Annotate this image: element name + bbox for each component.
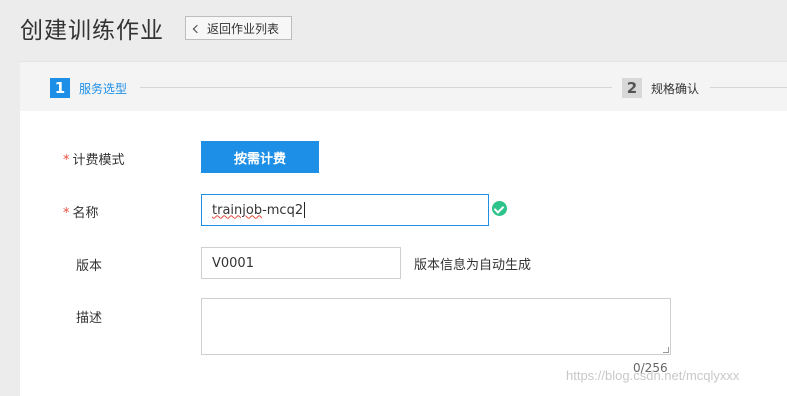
check-circle-icon [492, 201, 507, 216]
required-mark: * [63, 153, 70, 168]
name-value-rest: -mcq2 [262, 202, 304, 218]
chevron-left-icon [192, 24, 202, 33]
description-label: 描述 [76, 311, 103, 326]
step-number: 1 [50, 78, 70, 98]
step-divider [140, 87, 612, 88]
name-input[interactable]: trainjob -mcq2 [201, 194, 489, 226]
version-hint: 版本信息为自动生成 [414, 258, 532, 273]
page-title: 创建训练作业 [20, 18, 164, 44]
version-label: 版本 [76, 259, 103, 274]
step-label: 规格确认 [651, 81, 700, 96]
name-label-text: 名称 [72, 206, 99, 221]
job-form: * 计费模式 按需计费 * 名称 trainjob -mcq2 版本 V0001 版本… [20, 111, 787, 396]
resize-grip-icon[interactable] [663, 347, 669, 353]
required-mark: * [63, 206, 70, 221]
billing-mode-label: * 计费模式 [63, 149, 125, 168]
step-label: 服务选型 [79, 81, 128, 96]
steps-bar: 1 服务选型 2 规格确认 [20, 61, 787, 111]
version-input[interactable]: V0001 [201, 247, 401, 279]
page: 创建训练作业 返回作业列表 1 服务选型 2 规格确认 * 计费模式 按需计费 *… [0, 0, 787, 396]
name-label: * 名称 [63, 202, 99, 221]
description-textarea[interactable] [201, 298, 671, 355]
billing-on-demand-button[interactable]: 按需计费 [201, 141, 319, 173]
step-number: 2 [622, 78, 642, 98]
text-caret [304, 202, 306, 218]
billing-mode-label-text: 计费模式 [72, 153, 125, 168]
step-service-selection[interactable]: 1 服务选型 [50, 78, 127, 98]
name-value-misspelled: trainjob [212, 202, 263, 218]
step-spec-confirmation[interactable]: 2 规格确认 [622, 78, 699, 98]
step-divider [710, 87, 787, 88]
back-to-job-list-button[interactable]: 返回作业列表 [185, 16, 292, 40]
watermark: https://blog.csdn.net/mcqlyxxx [566, 368, 740, 383]
back-button-label: 返回作业列表 [207, 21, 280, 36]
